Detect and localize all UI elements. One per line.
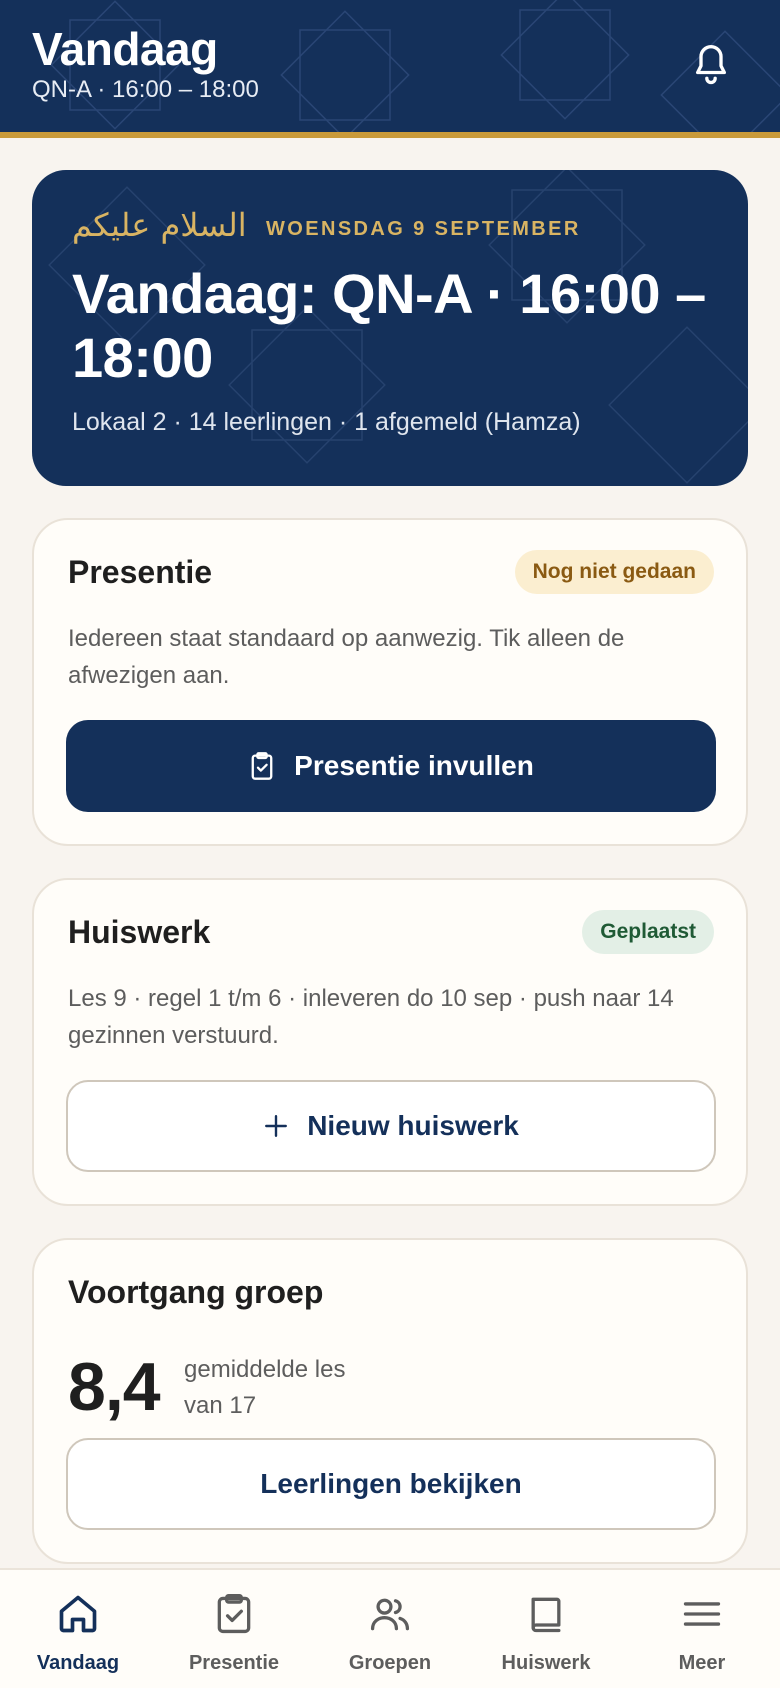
attendance-title: Presentie [68,554,213,590]
nav-label-meer: Meer [678,1652,726,1674]
new-homework-button[interactable]: Nieuw huiswerk [66,1080,716,1172]
menu-icon [683,1602,721,1626]
arabic-greeting: السلام عليكم [72,206,247,244]
average-lesson-value: 8,4 [68,1349,161,1425]
bottom-navigation: Vandaag Presentie Groepen Huiswerk Meer [0,1568,780,1688]
nav-item-presentie[interactable]: Presentie [156,1570,312,1688]
nav-label-vandaag: Vandaag [36,1652,120,1674]
nav-label-groepen: Groepen [348,1652,432,1674]
today-hero-card: السلام عليكم WOENSDAG 9 SEPTEMBER Vandaa… [32,170,748,486]
nav-item-vandaag[interactable]: Vandaag [0,1570,156,1688]
book-icon [531,1597,561,1633]
users-icon [370,1598,410,1631]
view-students-label: Leerlingen bekijken [260,1468,522,1499]
attendance-status-badge: Nog niet gedaan [514,550,714,594]
hero-info: Lokaal 2 · 14 leerlingen · 1 afgemeld (H… [72,408,581,436]
attendance-card: Presentie Nog niet gedaan Iedereen staat… [32,518,748,846]
bell-icon [696,45,726,85]
view-students-button[interactable]: Leerlingen bekijken [66,1438,716,1530]
average-lesson-label-line1: gemiddelde les [184,1356,346,1383]
average-lesson-label-line2: van 17 [184,1392,257,1419]
homework-title: Huiswerk [68,914,211,950]
new-homework-label: Nieuw huiswerk [307,1110,519,1141]
clipboard-check-icon [251,752,273,780]
page-title: Vandaag [32,23,218,75]
fill-attendance-button[interactable]: Presentie invullen [66,720,716,812]
average-lesson-label: gemiddelde les van 17 [184,1352,424,1424]
header-subtitle: QN-A · 16:00 – 18:00 [32,76,259,103]
nav-item-meer[interactable]: Meer [624,1570,780,1688]
hero-date: WOENSDAG 9 SEPTEMBER [266,218,581,240]
nav-label-huiswerk: Huiswerk [501,1652,591,1674]
group-progress-card: Voortgang groep 8,4 gemiddelde les van 1… [32,1238,748,1564]
plus-icon [265,1115,288,1137]
fill-attendance-label: Presentie invullen [294,750,534,781]
home-icon [59,1595,97,1633]
nav-item-huiswerk[interactable]: Huiswerk [468,1570,624,1688]
progress-title: Voortgang groep [68,1274,324,1310]
app-header: Vandaag QN-A · 16:00 – 18:00 [0,0,780,138]
hero-title: Vandaag: QN-A · 16:00 – 18:00 [72,262,706,389]
homework-status-badge: Geplaatst [582,910,714,954]
nav-label-presentie: Presentie [188,1652,280,1674]
notifications-button[interactable] [686,40,736,90]
nav-item-groepen[interactable]: Groepen [312,1570,468,1688]
clipboard-check-icon [217,1594,251,1634]
homework-description: Les 9 · regel 1 t/m 6 · inleveren do 10 … [68,985,674,1049]
homework-card: Huiswerk Geplaatst Les 9 · regel 1 t/m 6… [32,878,748,1206]
attendance-description: Iedereen staat standaard op aanwezig. Ti… [68,625,625,689]
